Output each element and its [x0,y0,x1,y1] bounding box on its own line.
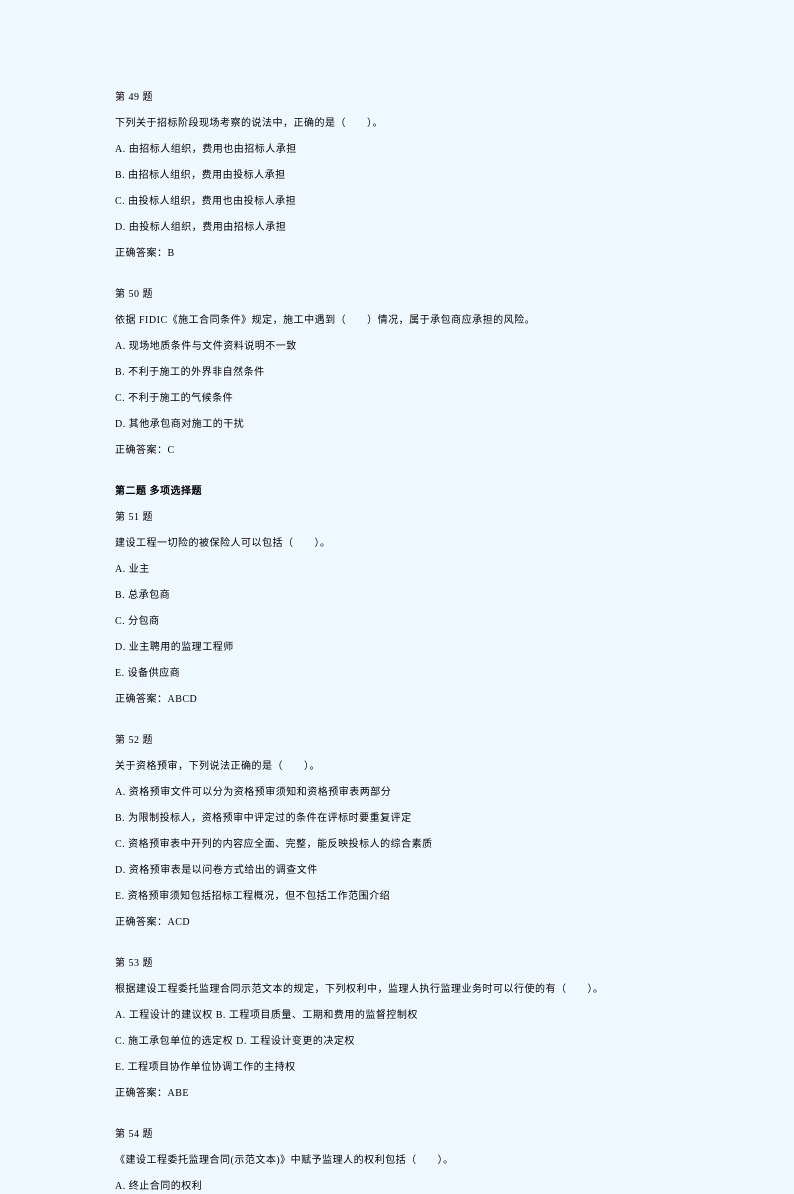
question-header: 第 52 题 [115,733,679,748]
question-option: A. 现场地质条件与文件资料说明不一致 [115,339,679,354]
question-option: A. 工程设计的建议权 B. 工程项目质量、工期和费用的监督控制权 [115,1008,679,1023]
section-title: 第二题 多项选择题 [115,484,679,499]
question-stem: 关于资格预审，下列说法正确的是（ ）。 [115,759,679,774]
question-block: 第 54 题 《建设工程委托监理合同(示范文本)》中赋予监理人的权利包括（ ）。… [115,1127,679,1194]
question-block: 第 49 题 下列关于招标阶段现场考察的说法中，正确的是（ ）。 A. 由招标人… [115,90,679,261]
question-block: 第 52 题 关于资格预审，下列说法正确的是（ ）。 A. 资格预审文件可以分为… [115,733,679,930]
question-answer: 正确答案：ACD [115,915,679,930]
question-option: A. 资格预审文件可以分为资格预审须知和资格预审表两部分 [115,785,679,800]
question-header: 第 51 题 [115,510,679,525]
question-header: 第 54 题 [115,1127,679,1142]
question-option: D. 由投标人组织，费用由招标人承担 [115,220,679,235]
question-option: E. 资格预审须知包括招标工程概况，但不包括工作范围介绍 [115,889,679,904]
question-option: A. 由招标人组织，费用也由招标人承担 [115,142,679,157]
question-block: 第 51 题 建设工程一切险的被保险人可以包括（ ）。 A. 业主 B. 总承包… [115,510,679,707]
question-option: E. 设备供应商 [115,666,679,681]
question-header: 第 50 题 [115,287,679,302]
question-option: A. 业主 [115,562,679,577]
question-option: C. 由投标人组织，费用也由投标人承担 [115,194,679,209]
question-block: 第 53 题 根据建设工程委托监理合同示范文本的规定，下列权利中，监理人执行监理… [115,956,679,1101]
question-stem: 依据 FIDIC《施工合同条件》规定，施工中遇到（ ）情况，属于承包商应承担的风… [115,313,679,328]
question-header: 第 49 题 [115,90,679,105]
question-answer: 正确答案：ABCD [115,692,679,707]
question-option: C. 分包商 [115,614,679,629]
question-answer: 正确答案：ABE [115,1086,679,1101]
question-stem: 建设工程一切险的被保险人可以包括（ ）。 [115,536,679,551]
question-option: C. 不利于施工的气候条件 [115,391,679,406]
question-header: 第 53 题 [115,956,679,971]
question-option: D. 业主聘用的监理工程师 [115,640,679,655]
question-option: D. 资格预审表是以问卷方式给出的调查文件 [115,863,679,878]
question-answer: 正确答案：C [115,443,679,458]
question-option: B. 为限制投标人，资格预审中评定过的条件在评标时要重复评定 [115,811,679,826]
question-stem: 根据建设工程委托监理合同示范文本的规定，下列权利中，监理人执行监理业务时可以行使… [115,982,679,997]
question-answer: 正确答案：B [115,246,679,261]
question-option: B. 由招标人组织，费用由投标人承担 [115,168,679,183]
question-option: C. 施工承包单位的选定权 D. 工程设计变更的决定权 [115,1034,679,1049]
question-option: B. 总承包商 [115,588,679,603]
question-option: D. 其他承包商对施工的干扰 [115,417,679,432]
question-stem: 《建设工程委托监理合同(示范文本)》中赋予监理人的权利包括（ ）。 [115,1153,679,1168]
question-block: 第 50 题 依据 FIDIC《施工合同条件》规定，施工中遇到（ ）情况，属于承… [115,287,679,458]
question-option: A. 终止合同的权利 [115,1179,679,1194]
question-stem: 下列关于招标阶段现场考察的说法中，正确的是（ ）。 [115,116,679,131]
question-option: C. 资格预审表中开列的内容应全面、完整，能反映投标人的综合素质 [115,837,679,852]
question-option: E. 工程项目协作单位协调工作的主持权 [115,1060,679,1075]
question-option: B. 不利于施工的外界非自然条件 [115,365,679,380]
